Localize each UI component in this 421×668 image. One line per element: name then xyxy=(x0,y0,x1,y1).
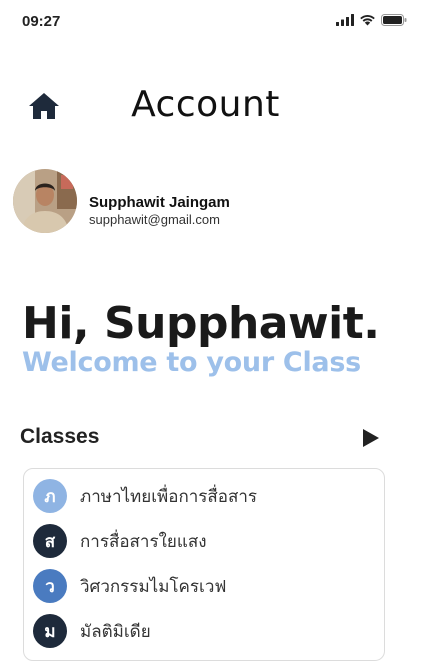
avatar-photo xyxy=(13,169,77,233)
avatar[interactable] xyxy=(13,169,77,233)
play-icon xyxy=(363,429,379,447)
status-bar: 09:27 xyxy=(0,0,421,44)
class-avatar: ว xyxy=(33,569,67,603)
class-avatar: ม xyxy=(33,614,67,648)
class-name: การสื่อสารใยแสง xyxy=(80,531,207,552)
class-item[interactable]: ม มัลติมิเดีย xyxy=(33,613,373,649)
classes-title: Classes xyxy=(20,425,100,448)
class-avatar: ส xyxy=(33,524,67,558)
status-icons xyxy=(336,14,407,26)
class-item[interactable]: ว วิศวกรรมไมโครเวฟ xyxy=(33,568,373,604)
wifi-icon xyxy=(360,15,375,26)
class-name: มัลติมิเดีย xyxy=(80,621,151,642)
welcome-subheading: Welcome to your Class xyxy=(22,347,361,378)
status-time: 09:27 xyxy=(22,13,61,30)
battery-icon xyxy=(381,14,407,26)
class-name: ภาษาไทยเพื่อการสื่อสาร xyxy=(80,486,258,507)
user-email: supphawit@gmail.com xyxy=(89,212,220,227)
classes-card: ภ ภาษาไทยเพื่อการสื่อสาร ส การสื่อสารใยแ… xyxy=(23,468,385,661)
page-title: Account xyxy=(0,84,421,125)
classes-more-button[interactable] xyxy=(362,429,380,447)
user-name: Supphawit Jaingam xyxy=(89,194,230,211)
class-item[interactable]: ภ ภาษาไทยเพื่อการสื่อสาร xyxy=(33,478,373,514)
greeting-heading: Hi, Supphawit. xyxy=(22,298,380,349)
page-title-text: Account xyxy=(131,84,280,125)
class-name: วิศวกรรมไมโครเวฟ xyxy=(80,576,227,597)
signal-icon xyxy=(336,14,354,26)
class-avatar: ภ xyxy=(33,479,67,513)
class-item[interactable]: ส การสื่อสารใยแสง xyxy=(33,523,373,559)
